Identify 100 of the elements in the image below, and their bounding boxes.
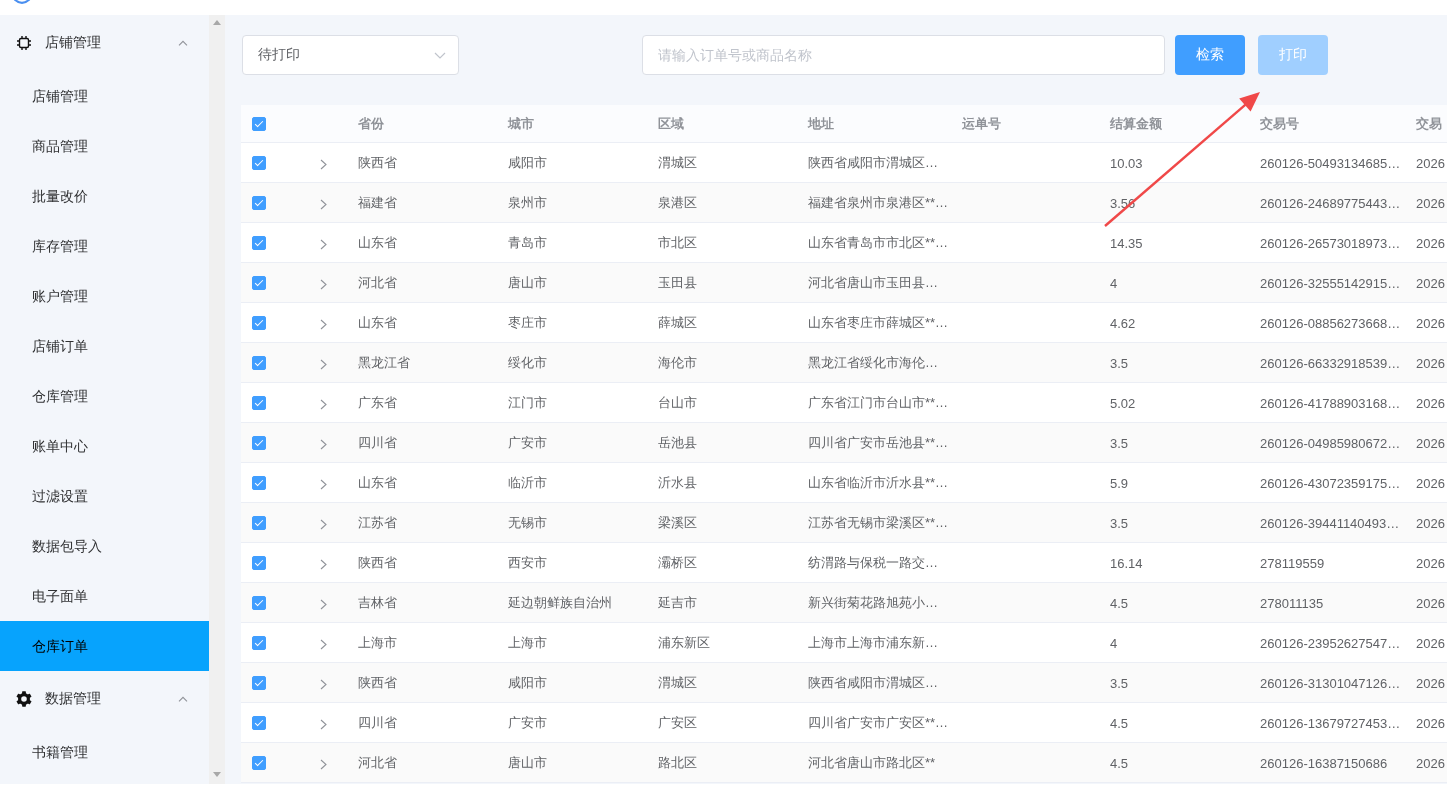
table-cell: 陕西省咸阳市渭城区… bbox=[808, 675, 938, 690]
table-cell: 2026 bbox=[1416, 355, 1445, 371]
table-cell: 14.35 bbox=[1110, 235, 1143, 251]
row-checkbox[interactable] bbox=[252, 595, 266, 610]
table-cell: 纺渭路与保税一路交… bbox=[808, 555, 938, 570]
sidebar-scrollbar[interactable] bbox=[209, 15, 225, 784]
table-cell: 278119559 bbox=[1260, 555, 1325, 571]
chevron-right-icon[interactable] bbox=[319, 719, 327, 730]
row-checkbox[interactable] bbox=[252, 395, 266, 410]
table-cell: 市北区 bbox=[658, 235, 697, 250]
table-cell: 河北省唐山市路北区** bbox=[808, 755, 936, 770]
chevron-right-icon[interactable] bbox=[319, 239, 327, 250]
chevron-right-icon[interactable] bbox=[319, 599, 327, 610]
table-cell: 江苏省 bbox=[358, 515, 397, 530]
chevron-right-icon[interactable] bbox=[319, 399, 327, 410]
chevron-down-icon bbox=[434, 51, 446, 59]
status-select[interactable]: 待打印 bbox=[242, 35, 459, 75]
table-cell: 2026 bbox=[1416, 595, 1445, 611]
scroll-down-arrow-icon[interactable] bbox=[213, 772, 221, 777]
table-cell: 2026 bbox=[1416, 555, 1445, 571]
row-checkbox[interactable] bbox=[252, 635, 266, 650]
table-cell: 上海市上海市浦东新… bbox=[808, 635, 938, 650]
table-cell: 上海市 bbox=[508, 635, 547, 650]
table-cell: 海伦市 bbox=[658, 355, 697, 370]
row-checkbox[interactable] bbox=[252, 315, 266, 330]
table-cell: 灞桥区 bbox=[658, 555, 697, 570]
table-cell: 4.5 bbox=[1110, 755, 1129, 771]
menu-item[interactable]: 数据包导入 bbox=[0, 521, 209, 571]
row-checkbox[interactable] bbox=[252, 715, 266, 730]
menu-item[interactable]: 商品管理 bbox=[0, 121, 209, 171]
table-cell: 吉林省 bbox=[358, 595, 397, 610]
row-checkbox[interactable] bbox=[252, 555, 266, 570]
chevron-right-icon[interactable] bbox=[319, 159, 327, 170]
table-cell: 2026 bbox=[1416, 675, 1445, 691]
menu-item[interactable]: 店铺管理 bbox=[0, 71, 209, 121]
row-checkbox[interactable] bbox=[252, 355, 266, 370]
column-header: 结算金额 bbox=[1110, 116, 1162, 131]
table-cell: 260126-04985980672… bbox=[1260, 435, 1401, 451]
menu-item[interactable]: 过滤设置 bbox=[0, 471, 209, 521]
row-checkbox[interactable] bbox=[252, 155, 266, 170]
table-cell: 玉田县 bbox=[658, 275, 697, 290]
row-checkbox[interactable] bbox=[252, 235, 266, 250]
chevron-right-icon[interactable] bbox=[319, 359, 327, 370]
row-checkbox[interactable] bbox=[252, 475, 266, 490]
row-checkbox[interactable] bbox=[252, 515, 266, 530]
table-cell: 山东省 bbox=[358, 235, 397, 250]
gear-icon bbox=[16, 691, 32, 707]
select-all-checkbox[interactable] bbox=[252, 116, 266, 131]
table-cell: 枣庄市 bbox=[508, 315, 547, 330]
chevron-right-icon[interactable] bbox=[319, 279, 327, 290]
chevron-right-icon[interactable] bbox=[319, 519, 327, 530]
chevron-right-icon[interactable] bbox=[319, 679, 327, 690]
table-cell: 台山市 bbox=[658, 395, 697, 410]
table-cell: 260126-31301047126… bbox=[1260, 675, 1401, 691]
chevron-right-icon[interactable] bbox=[319, 639, 327, 650]
column-header: 交易 bbox=[1416, 116, 1442, 131]
row-checkbox[interactable] bbox=[252, 275, 266, 290]
table-cell: 260126-66332918539… bbox=[1260, 355, 1401, 371]
menu-item[interactable]: 账单中心 bbox=[0, 421, 209, 471]
row-checkbox[interactable] bbox=[252, 675, 266, 690]
table-cell: 黑龙江省绥化市海伦… bbox=[808, 355, 938, 370]
chevron-right-icon[interactable] bbox=[319, 319, 327, 330]
menu-item[interactable]: 账户管理 bbox=[0, 271, 209, 321]
row-checkbox[interactable] bbox=[252, 195, 266, 210]
scroll-up-arrow-icon[interactable] bbox=[213, 20, 221, 25]
chevron-right-icon[interactable] bbox=[319, 439, 327, 450]
search-field[interactable]: 请输入订单号或商品名称 bbox=[642, 35, 1165, 75]
table-cell: 咸阳市 bbox=[508, 675, 547, 690]
menu-item[interactable]: 库存管理 bbox=[0, 221, 209, 271]
table-cell: 260126-41788903168… bbox=[1260, 395, 1401, 411]
table-cell: 4 bbox=[1110, 275, 1118, 291]
table-cell: 河北省 bbox=[358, 275, 397, 290]
table-cell: 西安市 bbox=[508, 555, 547, 570]
chevron-right-icon[interactable] bbox=[319, 759, 327, 770]
menu-item[interactable]: 仓库订单 bbox=[0, 621, 209, 671]
chevron-right-icon[interactable] bbox=[319, 199, 327, 210]
table-cell: 唐山市 bbox=[508, 755, 547, 770]
menu-item[interactable]: 批量改价 bbox=[0, 171, 209, 221]
table-cell: 岳池县 bbox=[658, 435, 697, 450]
menu-group-header[interactable]: 数据管理 bbox=[0, 671, 209, 727]
table-cell: 唐山市 bbox=[508, 275, 547, 290]
table-cell: 广安区 bbox=[658, 715, 697, 730]
table-cell: 四川省广安市广安区**… bbox=[808, 715, 949, 730]
menu-item[interactable]: 书籍管理 bbox=[0, 727, 209, 777]
row-checkbox[interactable] bbox=[252, 755, 266, 770]
chevron-right-icon[interactable] bbox=[319, 559, 327, 570]
menu-item[interactable]: 店铺订单 bbox=[0, 321, 209, 371]
row-checkbox[interactable] bbox=[252, 435, 266, 450]
table-cell: 新兴街菊花路旭苑小… bbox=[808, 595, 938, 610]
table-cell: 青岛市 bbox=[508, 235, 547, 250]
table-cell: 4.5 bbox=[1110, 715, 1129, 731]
menu-item[interactable]: 仓库管理 bbox=[0, 371, 209, 421]
table-cell: 山东省 bbox=[358, 475, 397, 490]
column-header: 地址 bbox=[808, 116, 834, 131]
table-cell: 山东省枣庄市薛城区**… bbox=[808, 315, 949, 330]
table-cell: 2026 bbox=[1416, 195, 1445, 211]
chevron-right-icon[interactable] bbox=[319, 479, 327, 490]
menu-item[interactable]: 电子面单 bbox=[0, 571, 209, 621]
menu-group-header[interactable]: 店铺管理 bbox=[0, 15, 209, 71]
table-cell: 2026 bbox=[1416, 275, 1445, 291]
